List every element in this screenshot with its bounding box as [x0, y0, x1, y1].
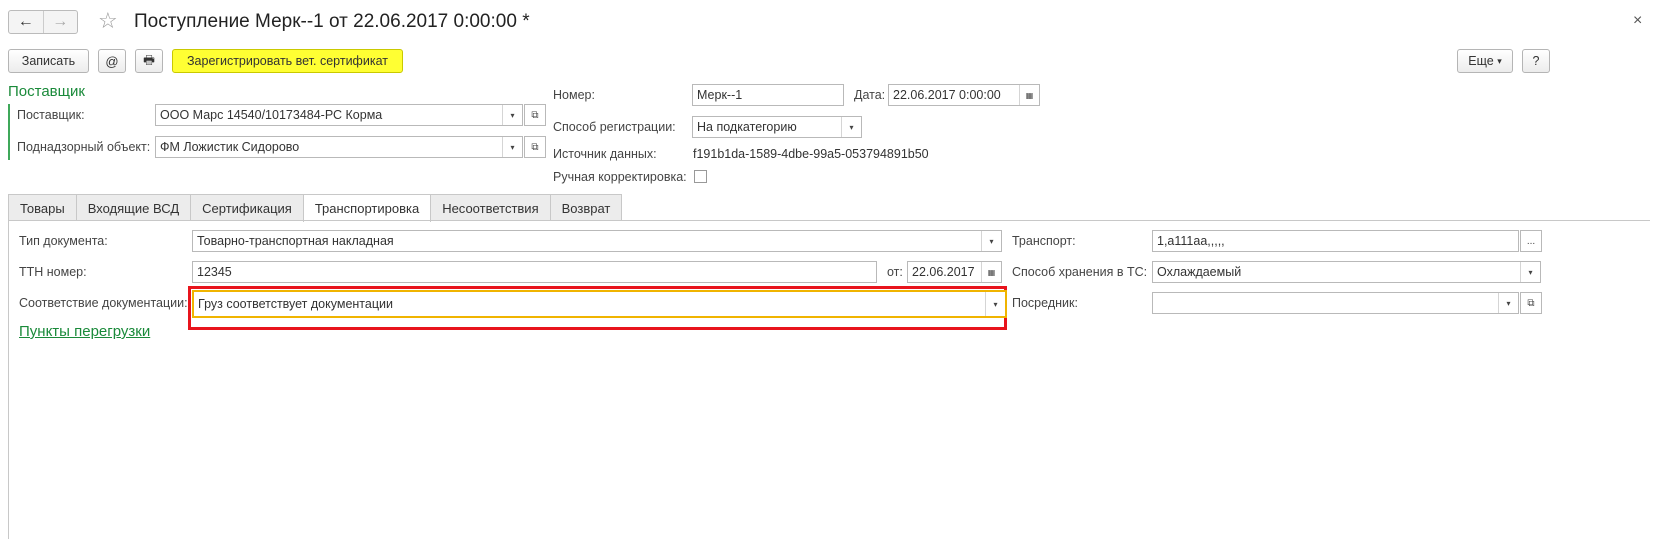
number-label: Номер: [553, 88, 595, 102]
supplier-value: ООО Марс 14540/10173484-РС Корма [160, 108, 383, 122]
dropdown-icon[interactable]: ▾ [502, 137, 522, 157]
reg-method-select[interactable]: На подкатегорию ▾ [692, 116, 862, 138]
email-icon[interactable]: @ [98, 49, 126, 73]
ttn-number-value: 12345 [197, 265, 232, 279]
ellipsis-icon[interactable]: ... [1520, 230, 1542, 252]
print-icon[interactable]: 🖶 [135, 49, 163, 73]
number-value: Мерк--1 [697, 88, 743, 102]
ttn-date-value: 22.06.2017 [912, 265, 975, 279]
open-icon[interactable]: ⧉ [524, 104, 546, 126]
intermediary-select[interactable]: ▾ [1152, 292, 1519, 314]
reg-method-value: На подкатегорию [697, 120, 797, 134]
ttn-date-field[interactable]: 22.06.2017 ▦ [907, 261, 1002, 283]
vehicle-value: 1,а111аа,,,,, [1157, 234, 1225, 248]
close-icon[interactable]: × [1633, 12, 1642, 30]
navigation-buttons: ← → [8, 10, 78, 34]
dropdown-icon[interactable]: ▾ [841, 117, 861, 137]
doc-type-select[interactable]: Товарно-транспортная накладная ▾ [192, 230, 1002, 252]
ttn-from-label: от: [887, 265, 903, 279]
ttn-number-label: ТТН номер: [19, 265, 87, 279]
conformity-select[interactable]: Груз соответствует документации ▾ [192, 290, 1007, 318]
tab-return[interactable]: Возврат [549, 194, 623, 221]
ttn-number-field[interactable]: 12345 [192, 261, 877, 283]
date-label: Дата: [854, 88, 886, 102]
storage-label: Способ хранения в ТС: [1012, 265, 1148, 279]
source-label: Источник данных: [553, 147, 657, 161]
help-button[interactable]: ? [1522, 49, 1550, 73]
storage-value: Охлаждаемый [1157, 265, 1242, 279]
storage-select[interactable]: Охлаждаемый ▾ [1152, 261, 1541, 283]
register-vet-certificate-button[interactable]: Зарегистрировать вет. сертификат [172, 49, 403, 73]
tab-certification[interactable]: Сертификация [190, 194, 304, 221]
calendar-icon[interactable]: ▦ [981, 262, 1001, 282]
dropdown-icon[interactable]: ▾ [502, 105, 522, 125]
conformity-value: Груз соответствует документации [198, 297, 393, 311]
manual-correction-label: Ручная корректировка: [553, 170, 687, 184]
supplier-group-title[interactable]: Поставщик [8, 83, 85, 100]
forward-icon[interactable]: → [42, 11, 78, 33]
chevron-down-icon: ▾ [1497, 55, 1502, 66]
back-icon[interactable]: ← [9, 11, 43, 33]
unload-points-link[interactable]: Пункты перегрузки [19, 323, 150, 340]
more-label: Еще [1468, 54, 1494, 68]
vehicle-label: Транспорт: [1012, 234, 1076, 248]
doc-type-value: Товарно-транспортная накладная [197, 234, 394, 248]
open-icon[interactable]: ⧉ [524, 136, 546, 158]
number-field[interactable]: Мерк--1 [692, 84, 844, 106]
intermediary-label: Посредник: [1012, 296, 1078, 310]
dropdown-icon[interactable]: ▾ [1520, 262, 1540, 282]
tab-nonconformities[interactable]: Несоответствия [430, 194, 551, 221]
favorite-star-icon[interactable]: ☆ [98, 8, 118, 34]
window-title: Поступление Мерк--1 от 22.06.2017 0:00:0… [134, 11, 530, 32]
calendar-icon[interactable]: ▦ [1019, 85, 1039, 105]
save-button[interactable]: Записать [8, 49, 89, 73]
reg-method-label: Способ регистрации: [553, 120, 676, 134]
date-value: 22.06.2017 0:00:00 [893, 88, 1001, 102]
manual-correction-checkbox[interactable] [694, 170, 707, 183]
date-field[interactable]: 22.06.2017 0:00:00 ▦ [888, 84, 1040, 106]
dropdown-icon[interactable]: ▾ [981, 231, 1001, 251]
tab-transportation[interactable]: Транспортировка [302, 194, 432, 222]
conformity-label: Соответствие документации: [19, 296, 188, 310]
tab-incoming-vsd[interactable]: Входящие ВСД [75, 194, 192, 221]
object-field[interactable]: ФМ Ложистик Сидорово ▾ [155, 136, 523, 158]
object-value: ФМ Ложистик Сидорово [160, 140, 300, 154]
tab-bar: Товары Входящие ВСД Сертификация Транспорти… [8, 194, 623, 222]
doc-type-label: Тип документа: [19, 234, 108, 248]
supplier-field[interactable]: ООО Марс 14540/10173484-РС Корма ▾ [155, 104, 523, 126]
dropdown-icon[interactable]: ▾ [985, 292, 1005, 316]
group-divider [8, 104, 10, 160]
supplier-label: Поставщик: [17, 108, 85, 122]
object-label: Поднадзорный объект: [17, 140, 151, 154]
more-button[interactable]: Еще ▾ [1457, 49, 1513, 73]
tab-goods[interactable]: Товары [8, 194, 77, 221]
open-icon[interactable]: ⧉ [1520, 292, 1542, 314]
source-value: f191b1da-1589-4dbe-99a5-053794891b50 [693, 147, 929, 161]
vehicle-field[interactable]: 1,а111аа,,,,, [1152, 230, 1519, 252]
dropdown-icon[interactable]: ▾ [1498, 293, 1518, 313]
